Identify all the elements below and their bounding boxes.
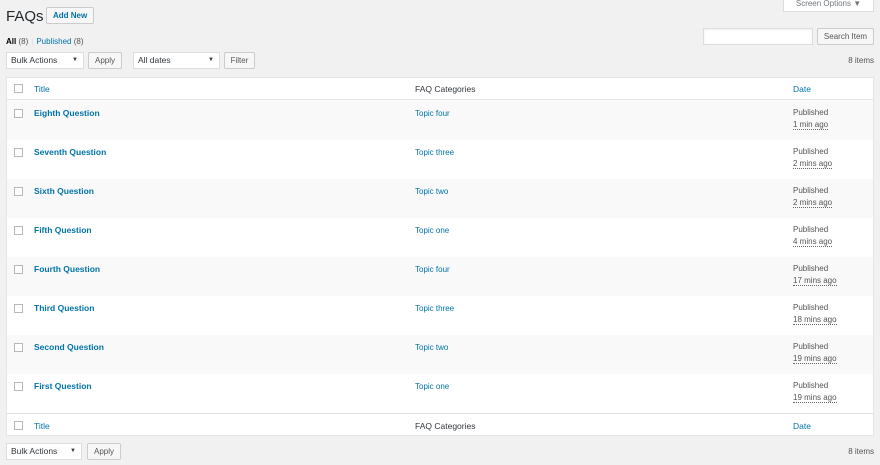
row-checkbox[interactable] bbox=[14, 304, 23, 313]
apply-button-top[interactable]: Apply bbox=[88, 52, 122, 69]
add-new-button[interactable]: Add New bbox=[46, 7, 95, 24]
column-categories-footer: FAQ Categories bbox=[415, 421, 476, 431]
row-date-cell: Published 17 mins ago bbox=[793, 263, 837, 287]
table-row: Fourth Question Topic four Published 17 min… bbox=[7, 257, 873, 296]
row-checkbox[interactable] bbox=[14, 343, 23, 352]
bulk-actions-select-bottom[interactable]: Bulk Actions ▼ bbox=[6, 443, 82, 460]
dropdown-caret-icon: ▼ bbox=[72, 57, 78, 63]
row-status: Published bbox=[793, 186, 829, 195]
row-status: Published bbox=[793, 303, 829, 312]
row-status: Published bbox=[793, 381, 829, 390]
row-category-link[interactable]: Topic two bbox=[415, 343, 448, 352]
row-checkbox[interactable] bbox=[14, 265, 23, 274]
row-title-link[interactable]: Third Question bbox=[34, 303, 94, 313]
row-category-link[interactable]: Topic two bbox=[415, 187, 448, 196]
row-date-ago: 2 mins ago bbox=[793, 159, 833, 169]
table-row: Eighth Question Topic four Published 1 min … bbox=[7, 101, 873, 140]
row-status: Published bbox=[793, 264, 829, 273]
row-status: Published bbox=[793, 108, 829, 117]
row-category-link[interactable]: Topic four bbox=[415, 265, 450, 274]
row-title-link[interactable]: First Question bbox=[34, 381, 92, 391]
screen-options-button[interactable]: Screen Options ▼ bbox=[783, 0, 874, 12]
filter-button[interactable]: Filter bbox=[224, 52, 255, 69]
row-category-link[interactable]: Topic three bbox=[415, 304, 454, 313]
row-checkbox[interactable] bbox=[14, 382, 23, 391]
dates-filter-select[interactable]: All dates ▼ bbox=[133, 52, 220, 69]
search-button[interactable]: Search Item bbox=[817, 28, 874, 45]
items-count-top: 8 items bbox=[848, 56, 874, 65]
column-title-footer[interactable]: Title bbox=[34, 421, 50, 431]
row-title-link[interactable]: Sixth Question bbox=[34, 186, 94, 196]
row-date-cell: Published 1 min ago bbox=[793, 107, 829, 131]
table-row: Fifth Question Topic one Published 4 mins a… bbox=[7, 218, 873, 257]
row-category-link[interactable]: Topic three bbox=[415, 148, 454, 157]
table-row: Sixth Question Topic two Published 2 mins a… bbox=[7, 179, 873, 218]
table-row: First Question Topic one Published 19 mins … bbox=[7, 374, 873, 413]
row-category-link[interactable]: Topic one bbox=[415, 226, 449, 235]
table-row: Seventh Question Topic three Published 2 mi… bbox=[7, 140, 873, 179]
row-date-ago: 18 mins ago bbox=[793, 315, 837, 325]
row-status: Published bbox=[793, 342, 829, 351]
column-date-footer[interactable]: Date bbox=[793, 421, 811, 431]
row-date-cell: Published 19 mins ago bbox=[793, 341, 837, 365]
row-checkbox[interactable] bbox=[14, 148, 23, 157]
row-checkbox[interactable] bbox=[14, 109, 23, 118]
row-date-ago: 19 mins ago bbox=[793, 354, 837, 364]
row-checkbox[interactable] bbox=[14, 226, 23, 235]
table-row: Second Question Topic two Published 19 mins… bbox=[7, 335, 873, 374]
bulk-actions-select-top[interactable]: Bulk Actions ▼ bbox=[6, 52, 84, 69]
column-date-header[interactable]: Date bbox=[793, 84, 811, 94]
dropdown-caret-icon: ▼ bbox=[70, 448, 76, 454]
row-title-link[interactable]: Fourth Question bbox=[34, 264, 100, 274]
column-categories-header: FAQ Categories bbox=[415, 84, 476, 94]
items-count-bottom: 8 items bbox=[848, 447, 874, 456]
view-all-link[interactable]: All (8) bbox=[6, 37, 28, 46]
row-date-cell: Published 19 mins ago bbox=[793, 380, 837, 404]
column-title-header[interactable]: Title bbox=[34, 84, 50, 94]
table-row: Third Question Topic three Published 18 min… bbox=[7, 296, 873, 335]
row-title-link[interactable]: Fifth Question bbox=[34, 225, 92, 235]
row-date-ago: 17 mins ago bbox=[793, 276, 837, 286]
table-footer: Title FAQ Categories Date bbox=[7, 413, 873, 435]
page-title: FAQs bbox=[6, 8, 44, 25]
row-status: Published bbox=[793, 147, 829, 156]
table-header: Title FAQ Categories Date bbox=[7, 78, 873, 100]
faq-table: Title FAQ Categories Date Eighth Questio… bbox=[6, 77, 874, 436]
row-date-cell: Published 18 mins ago bbox=[793, 302, 837, 326]
status-views: All (8) | Published (8) bbox=[6, 37, 83, 46]
row-date-cell: Published 2 mins ago bbox=[793, 185, 833, 209]
row-date-cell: Published 4 mins ago bbox=[793, 224, 833, 248]
row-title-link[interactable]: Seventh Question bbox=[34, 147, 106, 157]
row-title-link[interactable]: Second Question bbox=[34, 342, 104, 352]
row-date-ago: 1 min ago bbox=[793, 120, 829, 130]
row-date-cell: Published 2 mins ago bbox=[793, 146, 833, 170]
row-status: Published bbox=[793, 225, 829, 234]
row-category-link[interactable]: Topic four bbox=[415, 109, 450, 118]
dropdown-caret-icon: ▼ bbox=[208, 57, 214, 63]
select-all-checkbox[interactable] bbox=[14, 84, 23, 93]
select-all-checkbox-bottom[interactable] bbox=[14, 421, 23, 430]
apply-button-bottom[interactable]: Apply bbox=[87, 443, 121, 460]
row-date-ago: 4 mins ago bbox=[793, 237, 833, 247]
row-title-link[interactable]: Eighth Question bbox=[34, 108, 100, 118]
view-published-link[interactable]: Published (8) bbox=[36, 37, 83, 46]
row-category-link[interactable]: Topic one bbox=[415, 382, 449, 391]
row-checkbox[interactable] bbox=[14, 187, 23, 196]
row-date-ago: 2 mins ago bbox=[793, 198, 833, 208]
row-date-ago: 19 mins ago bbox=[793, 393, 837, 403]
search-input[interactable] bbox=[703, 28, 813, 45]
